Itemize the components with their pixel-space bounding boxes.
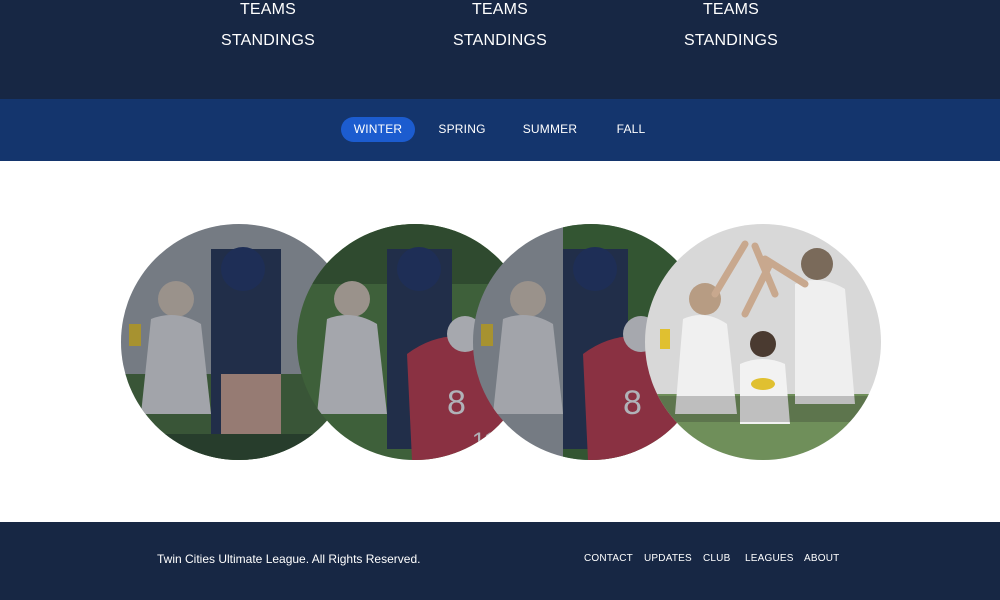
footer-link-club[interactable]: CLUB [703,553,730,565]
nav-standings-link[interactable]: STANDINGS [168,31,368,51]
tab-fall[interactable]: FALL [607,117,655,142]
footer-link-leagues[interactable]: LEAGUES [745,553,794,565]
nav-teams-link[interactable]: TEAMS [631,0,831,20]
tab-winter[interactable]: WINTER [341,117,415,142]
footer-link-updates[interactable]: UPDATES [644,553,692,565]
nav-standings-link[interactable]: STANDINGS [631,31,831,51]
season-tabs: WINTER SPRING SUMMER FALL [0,99,1000,161]
team-photo-image [645,224,881,460]
tab-summer[interactable]: SUMMER [515,117,585,142]
top-navigation: TEAMS STANDINGS TEAMS STANDINGS TEAMS ST… [0,0,1000,99]
nav-standings-link[interactable]: STANDINGS [400,31,600,51]
footer-link-about[interactable]: ABOUT [804,553,839,565]
nav-teams-link[interactable]: TEAMS [168,0,368,20]
footer-link-contact[interactable]: CONTACT [584,553,633,565]
tab-spring[interactable]: SPRING [430,117,494,142]
copyright-text: Twin Cities Ultimate League. All Rights … [157,552,421,566]
site-footer: Twin Cities Ultimate League. All Rights … [0,522,1000,600]
nav-teams-link[interactable]: TEAMS [400,0,600,20]
photo-carousel: 8 11 8 [0,161,1000,522]
carousel-photo-active[interactable] [645,224,881,460]
